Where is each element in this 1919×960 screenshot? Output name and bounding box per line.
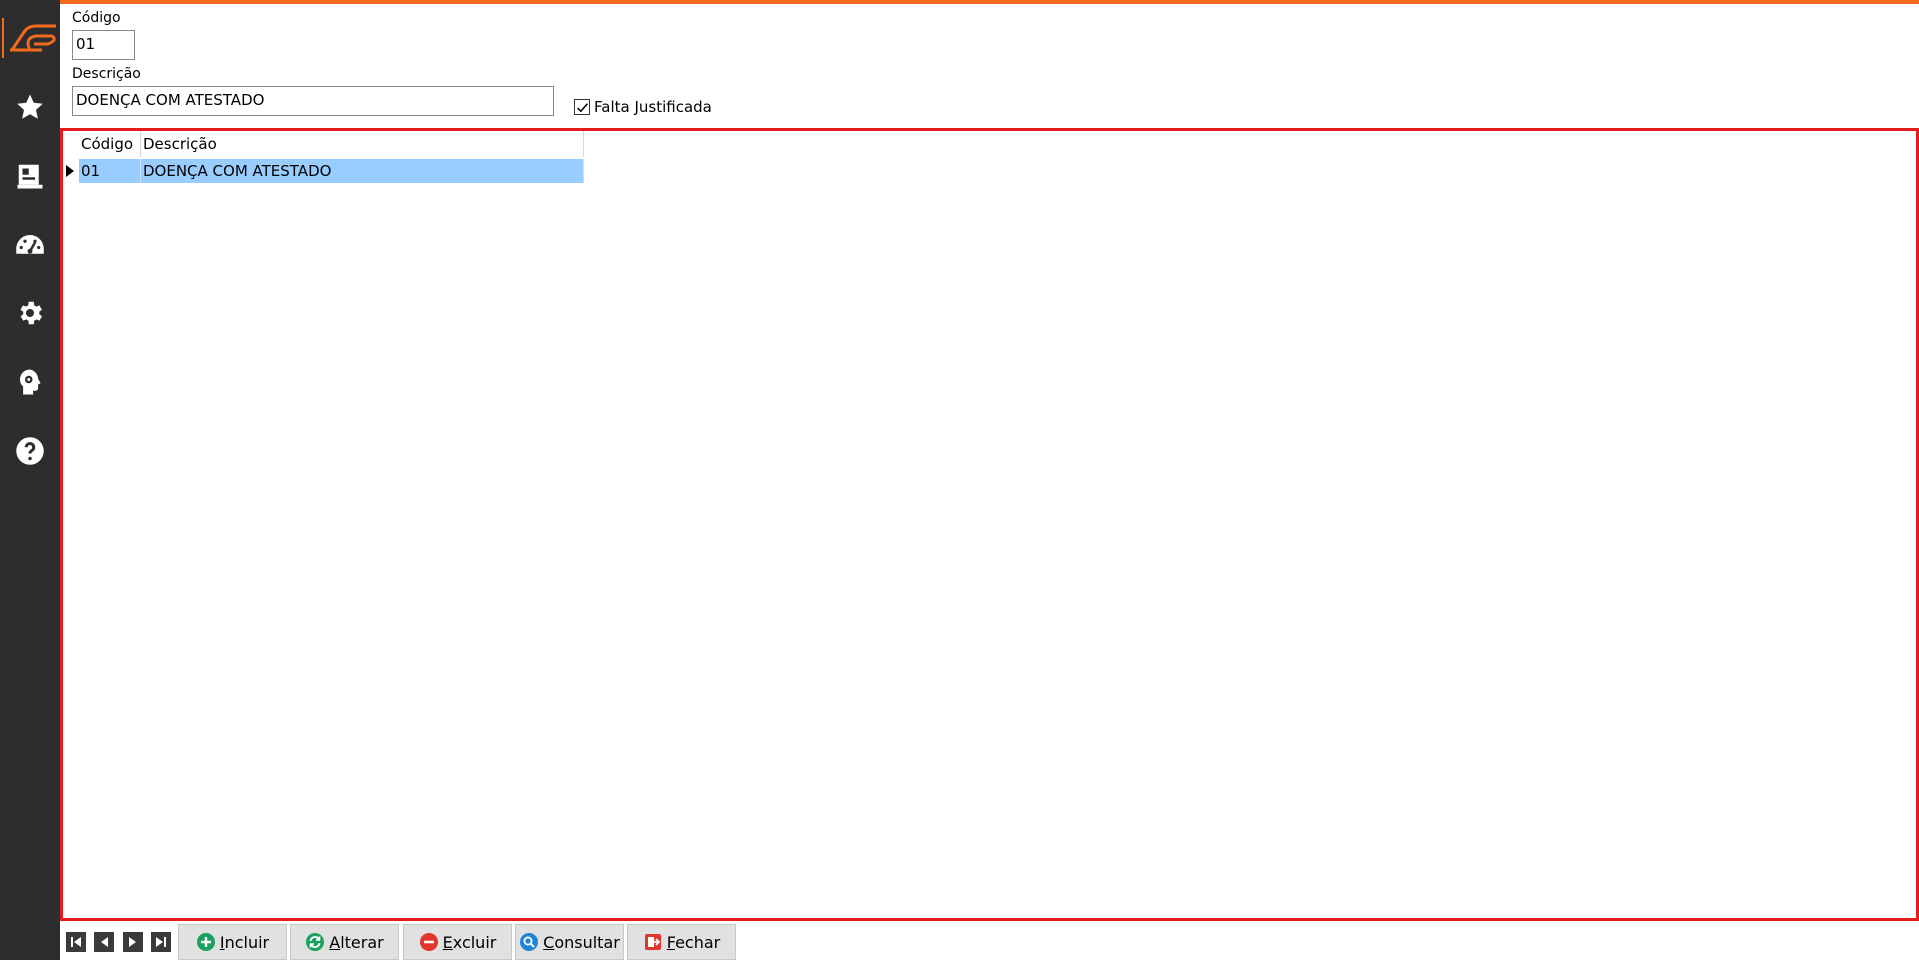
last-icon [156, 937, 166, 947]
previous-record-button[interactable] [94, 932, 114, 952]
falta-justificada-checkbox[interactable] [574, 99, 590, 115]
star-icon[interactable] [14, 91, 46, 123]
dashboard-icon[interactable] [14, 229, 46, 261]
descricao-label: Descrição [72, 66, 141, 82]
search-icon [520, 933, 539, 951]
first-record-button[interactable] [66, 932, 86, 952]
add-icon [196, 933, 215, 951]
alterar-label: lterar [340, 932, 384, 952]
consultar-button[interactable]: Consultar [515, 924, 624, 960]
descricao-input[interactable]: DOENÇA COM ATESTADO [72, 86, 554, 116]
incluir-label: ncluir [224, 932, 270, 952]
data-grid[interactable]: Código Descrição 01 DOENÇA COM ATESTADO [60, 128, 1919, 921]
exit-icon [644, 934, 661, 950]
column-header-codigo[interactable]: Código [79, 131, 141, 157]
next-icon [129, 937, 136, 947]
report-icon[interactable] [14, 160, 46, 192]
codigo-label: Código [72, 10, 121, 26]
incluir-button[interactable]: Incluir [178, 924, 287, 960]
help-icon[interactable] [14, 435, 46, 467]
excluir-button[interactable]: Excluir [403, 924, 512, 960]
last-record-button[interactable] [151, 932, 171, 952]
top-accent-bar [0, 0, 1919, 4]
table-row[interactable]: 01 DOENÇA COM ATESTADO [79, 159, 584, 183]
remove-icon [419, 933, 438, 951]
support-icon[interactable] [14, 366, 46, 398]
logo-icon[interactable] [2, 18, 58, 58]
sidebar [0, 0, 60, 960]
consultar-mnemonic: C [543, 932, 555, 952]
settings-icon[interactable] [14, 297, 46, 329]
row-indicator-icon [66, 165, 74, 177]
first-icon [71, 937, 81, 947]
next-record-button[interactable] [123, 932, 143, 952]
alterar-mnemonic: A [329, 932, 341, 952]
cell-descricao[interactable]: DOENÇA COM ATESTADO [141, 159, 584, 183]
falta-justificada-label: Falta Justificada [594, 98, 712, 116]
refresh-icon [306, 933, 325, 951]
excluir-label: xcluir [452, 932, 497, 952]
column-header-descricao[interactable]: Descrição [141, 131, 584, 157]
consultar-label: onsultar [554, 932, 620, 952]
previous-icon [101, 937, 108, 947]
fechar-label: echar [675, 932, 721, 952]
fechar-mnemonic: F [666, 932, 676, 952]
cell-codigo[interactable]: 01 [79, 159, 141, 183]
grid-header: Código Descrição [79, 131, 584, 157]
codigo-input[interactable]: 01 [72, 30, 135, 60]
fechar-button[interactable]: Fechar [627, 924, 736, 960]
check-icon [576, 102, 588, 112]
excluir-mnemonic: E [442, 932, 453, 952]
alterar-button[interactable]: Alterar [290, 924, 399, 960]
